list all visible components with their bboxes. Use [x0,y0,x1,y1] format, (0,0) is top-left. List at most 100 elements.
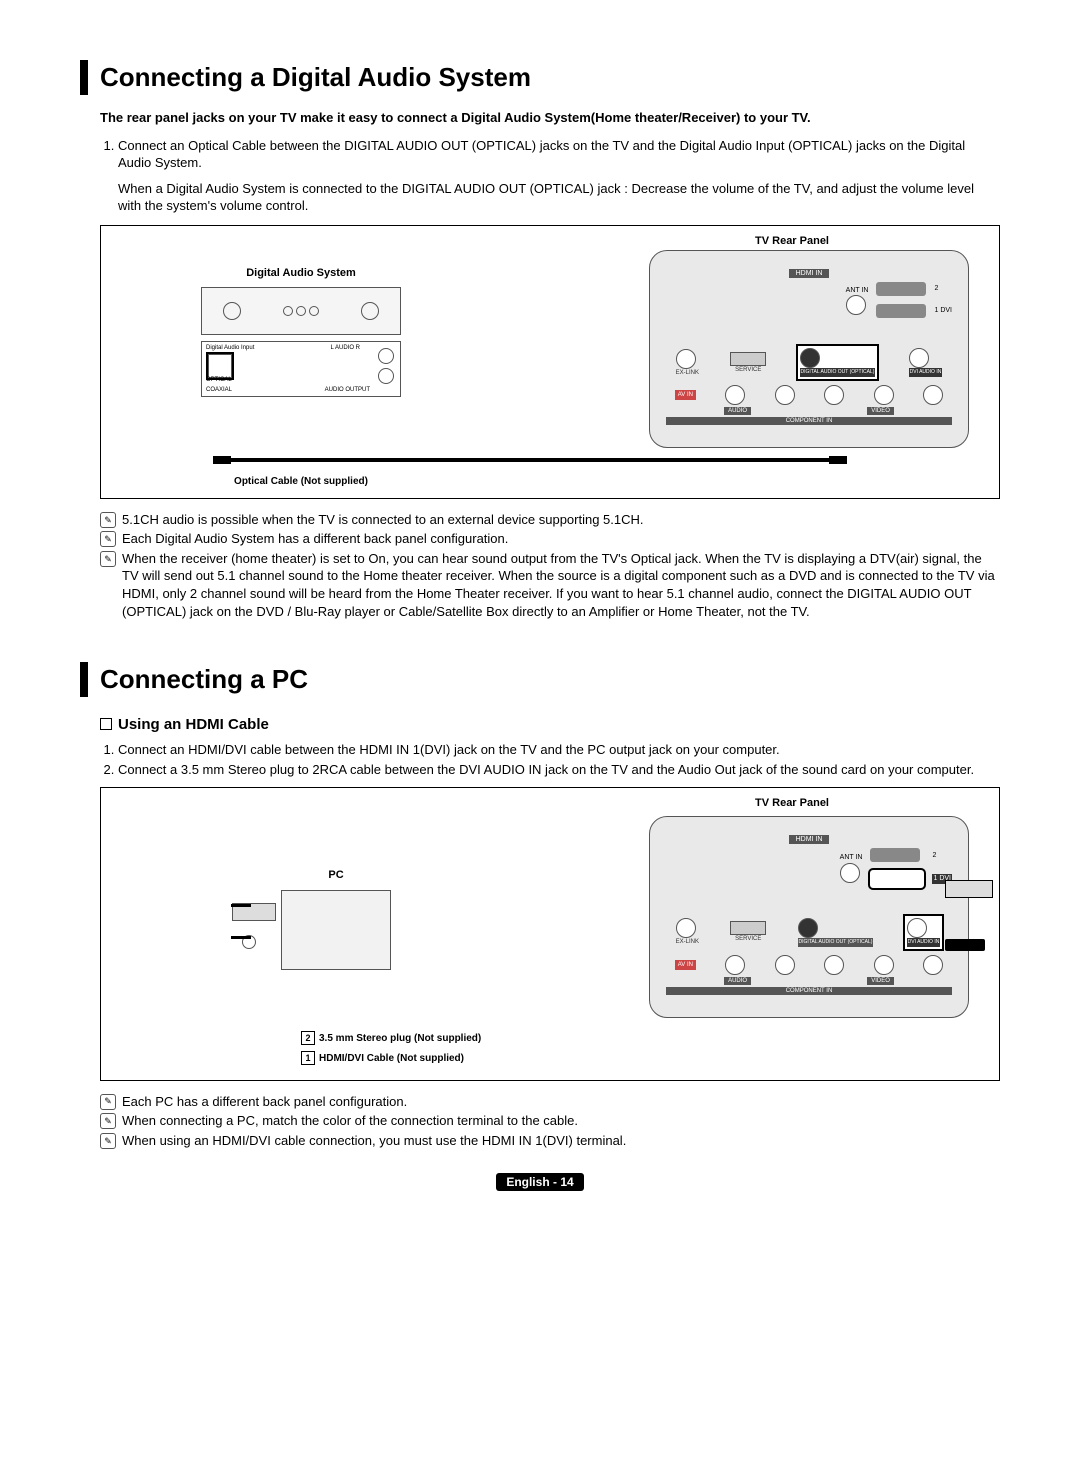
port-label: COMPONENT IN [666,417,952,425]
note-text: 5.1CH audio is possible when the TV is c… [122,511,644,529]
page-footer: English - 14 [80,1173,1000,1191]
step-note: When a Digital Audio System is connected… [118,180,1000,215]
hdmi-port-icon [876,282,926,296]
note-icon: ✎ [100,1133,116,1149]
ant-port-icon [840,863,860,883]
port-label: OPTICAL [206,376,232,384]
port-label: SERVICE [730,935,766,943]
port-icon [907,918,927,938]
step-item: Connect an Optical Cable between the DIG… [118,137,1000,172]
optical-cable-line [221,458,839,462]
port-icon [824,385,844,405]
tv-rear-panel-label: TV Rear Panel [755,234,829,249]
notes-list-2: ✎ Each PC has a different back panel conf… [100,1093,1000,1150]
hdmi-port-icon [870,848,920,862]
port-label: DVI AUDIO IN [907,938,941,947]
note-icon: ✎ [100,531,116,547]
port-icon [824,955,844,975]
subsection-title: Using an HDMI Cable [118,716,269,733]
das-label: Digital Audio System [201,266,401,281]
optical-port-icon [208,354,232,378]
port-icon [909,348,929,368]
port-label: DIGITAL AUDIO OUT (OPTICAL) [798,938,874,947]
cable-plug-icon [213,456,231,464]
cable-line [231,904,251,907]
square-bullet-icon [100,718,112,730]
step-ref-2: 2 [301,1031,315,1045]
pc-label: PC [281,868,391,883]
port-label: 2 [932,852,952,860]
port-icon [775,385,795,405]
pc-block: PC [281,868,391,971]
das-rear: Digital Audio Input OPTICAL COAXIAL L AU… [201,341,401,397]
port-label: AUDIO [724,407,751,415]
hdmi-port-icon [870,870,924,888]
note-text: Each PC has a different back panel confi… [122,1093,407,1111]
port-label: COAXIAL [206,386,232,394]
step-item: Connect an HDMI/DVI cable between the HD… [118,741,1000,759]
digital-audio-system-block: Digital Audio System Digital Audio Input… [201,266,401,488]
port-label: DIGITAL AUDIO OUT (OPTICAL) [800,368,876,377]
port-icon [676,349,696,369]
note-text: When the receiver (home theater) is set … [122,550,1000,620]
port-label: AUDIO [724,977,751,985]
port-icon [874,385,894,405]
port-label: L AUDIO R [331,344,360,352]
port-label: AV IN [675,960,696,970]
note-text: When using an HDMI/DVI cable connection,… [122,1132,626,1150]
steps-list-2: Connect an HDMI/DVI cable between the HD… [100,741,1000,778]
tv-rear-panel: HDMI IN ANT IN 2 1 DVI EX-LINK SERVICE [649,816,969,1018]
note-icon: ✎ [100,1094,116,1110]
step-ref-1: 1 [301,1051,315,1065]
step-item: Connect a 3.5 mm Stereo plug to 2RCA cab… [118,761,1000,779]
cable-2-label: 23.5 mm Stereo plug (Not supplied) [301,1031,481,1046]
notes-list-1: ✎ 5.1CH audio is possible when the TV is … [100,511,1000,620]
port-icon [676,918,696,938]
tv-rear-panel: HDMI IN ANT IN 2 1 DVI EX-LINK SERVICE [649,250,969,448]
tv-rear-panel-label: TV Rear Panel [755,796,829,811]
note-text: Each Digital Audio System has a differen… [122,530,508,548]
audio-plug-icon [945,938,1005,954]
port-label: Digital Audio Input [206,344,254,352]
service-port-icon [730,352,766,366]
port-label: 2 [934,285,952,293]
optical-out-icon [800,348,820,368]
note-icon: ✎ [100,1113,116,1129]
note-icon: ✎ [100,551,116,567]
section-title-pc: Connecting a PC [80,662,1000,697]
port-icon [923,385,943,405]
hdmi-port-icon [876,304,926,318]
ant-port-icon [846,295,866,315]
port-label: VIDEO [867,407,894,415]
port-label: ANT IN [840,853,863,862]
port-label: AV IN [675,390,696,400]
port-icon [725,955,745,975]
hdmi-plug-icon [945,880,1005,900]
steps-list-1: Connect an Optical Cable between the DIG… [100,137,1000,172]
optical-out-icon [798,918,818,938]
port-label: HDMI IN [789,269,829,278]
port-icon [923,955,943,975]
port-icon [725,385,745,405]
port-icon [874,955,894,975]
note-text: When connecting a PC, match the color of… [122,1112,578,1130]
port-icon [775,955,795,975]
port-label: DVI AUDIO IN [909,368,943,377]
optical-cable-label: Optical Cable (Not supplied) [201,475,401,489]
port-label: AUDIO OUTPUT [325,386,370,394]
service-port-icon [730,921,766,935]
knob-icon [361,302,379,320]
diagram-digital-audio: TV Rear Panel Digital Audio System Digit… [100,225,1000,499]
port-label: EX-LINK [676,938,699,946]
subsection-hdmi: Using an HDMI Cable [100,715,1000,735]
port-label: 1 DVI [934,307,952,315]
cable-line [231,936,251,939]
port-label: EX-LINK [676,369,699,377]
port-label: HDMI IN [789,835,829,844]
port-label: COMPONENT IN [666,987,952,995]
port-label: SERVICE [730,366,766,374]
intro-text: The rear panel jacks on your TV make it … [100,109,1000,127]
cable-1-label: 1HDMI/DVI Cable (Not supplied) [301,1051,464,1066]
note-icon: ✎ [100,512,116,528]
das-front [201,287,401,335]
